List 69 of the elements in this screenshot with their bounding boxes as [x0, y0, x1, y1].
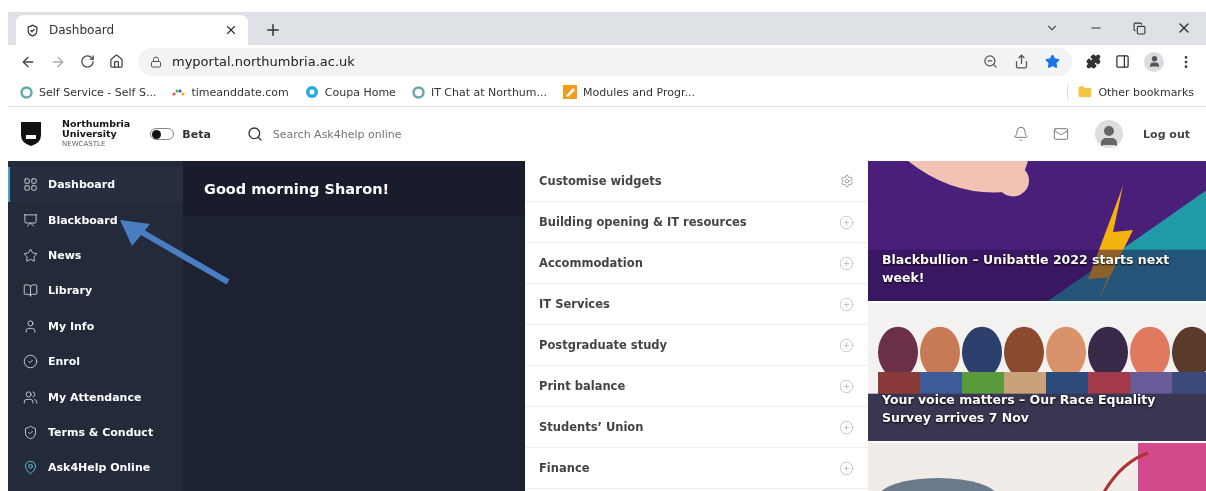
board-icon: [23, 212, 38, 228]
puzzle-icon[interactable]: [1086, 54, 1101, 69]
sidebar-item[interactable]: Library: [8, 273, 183, 309]
star-icon[interactable]: [1045, 54, 1060, 69]
crest-icon: [20, 121, 42, 147]
shield-icon: [26, 23, 39, 37]
widget-row[interactable]: Finance: [525, 448, 868, 489]
book-icon: [23, 283, 38, 299]
widget-row[interactable]: Building opening & IT resources: [525, 202, 868, 243]
star-icon: [23, 247, 38, 263]
other-bookmarks[interactable]: Other bookmarks: [1067, 85, 1194, 99]
sidebar-item[interactable]: News: [8, 237, 183, 274]
logo-text: Northumbria: [62, 119, 131, 129]
lock-icon: [150, 55, 162, 68]
new-tab-icon[interactable]: [264, 21, 282, 39]
avatar[interactable]: [1095, 120, 1124, 148]
sidebar-item[interactable]: Ask4Help Online: [8, 450, 183, 486]
beta-toggle[interactable]: [150, 128, 175, 140]
zoom-out-icon[interactable]: [983, 54, 998, 69]
ring-icon: [411, 85, 425, 99]
news-title: Blackbullion – Unibattle 2022 starts next week!: [882, 251, 1171, 287]
bookmark[interactable]: IT Chat at Northum...: [411, 85, 548, 99]
search-icon: [246, 126, 263, 142]
widget-row[interactable]: Print balance: [525, 366, 868, 407]
bell-icon[interactable]: [1013, 126, 1030, 142]
widget-row[interactable]: IT Services: [525, 284, 868, 325]
tab-title: Dashboard: [49, 23, 115, 37]
logo-text: University: [62, 129, 118, 139]
share-icon[interactable]: [1014, 54, 1029, 69]
logout-link[interactable]: Log out: [1143, 127, 1190, 141]
sidebar-item[interactable]: Enrol: [8, 343, 183, 380]
reload-icon[interactable]: [80, 54, 95, 69]
beta-label: Beta: [182, 127, 211, 141]
bookmark[interactable]: Self Service - Self S...: [20, 85, 157, 99]
ring-icon: [20, 85, 33, 99]
pencil-icon: [563, 85, 578, 99]
browser-tab[interactable]: Dashboard: [16, 15, 248, 45]
close-icon[interactable]: [224, 23, 238, 37]
profile-icon[interactable]: [1144, 51, 1164, 72]
restore-icon[interactable]: [1133, 21, 1146, 35]
sidebar-item[interactable]: Terms & Conduct: [8, 414, 183, 451]
pin-icon: [23, 460, 38, 476]
people-icon: [23, 389, 38, 405]
sidebar-item[interactable]: Blackboard: [8, 202, 183, 238]
widget-row[interactable]: Customise widgets: [525, 161, 868, 202]
grid-icon: [23, 177, 38, 193]
greeting: Good morning Sharon!: [204, 180, 390, 197]
bookmark[interactable]: Modules and Progr...: [563, 85, 695, 99]
url-text: myportal.northumbria.ac.uk: [172, 54, 355, 69]
side-panel-icon[interactable]: [1115, 54, 1130, 69]
folder-icon: [1078, 85, 1093, 99]
widget-row[interactable]: Students’ Union: [525, 407, 868, 448]
news-title: Your voice matters – Our Race Equality Survey arrives 7 Nov: [882, 391, 1157, 427]
sidebar-item[interactable]: My Attendance: [8, 379, 183, 415]
burst-icon: [304, 85, 319, 99]
mail-icon[interactable]: [1053, 126, 1070, 142]
home-icon[interactable]: [109, 54, 124, 69]
address-bar[interactable]: myportal.northumbria.ac.uk: [138, 47, 1072, 76]
sidebar-item[interactable]: Dashboard: [8, 167, 183, 203]
bookmark[interactable]: Coupa Home: [304, 85, 396, 99]
shield-icon: [23, 424, 38, 440]
sidebar-item[interactable]: My Info: [8, 308, 183, 344]
person-icon: [23, 318, 38, 334]
widget-row[interactable]: Accommodation: [525, 243, 868, 284]
check-circle-icon: [23, 354, 38, 370]
news-card[interactable]: Blackbullion – Unibattle 2022 starts next week!: [868, 161, 1206, 301]
news-card[interactable]: Your voice matters – Our Race Equality Survey arrives 7 Nov: [868, 303, 1206, 441]
bookmark[interactable]: timeanddate.com: [172, 85, 289, 99]
widget-row[interactable]: Postgraduate study: [525, 325, 868, 366]
